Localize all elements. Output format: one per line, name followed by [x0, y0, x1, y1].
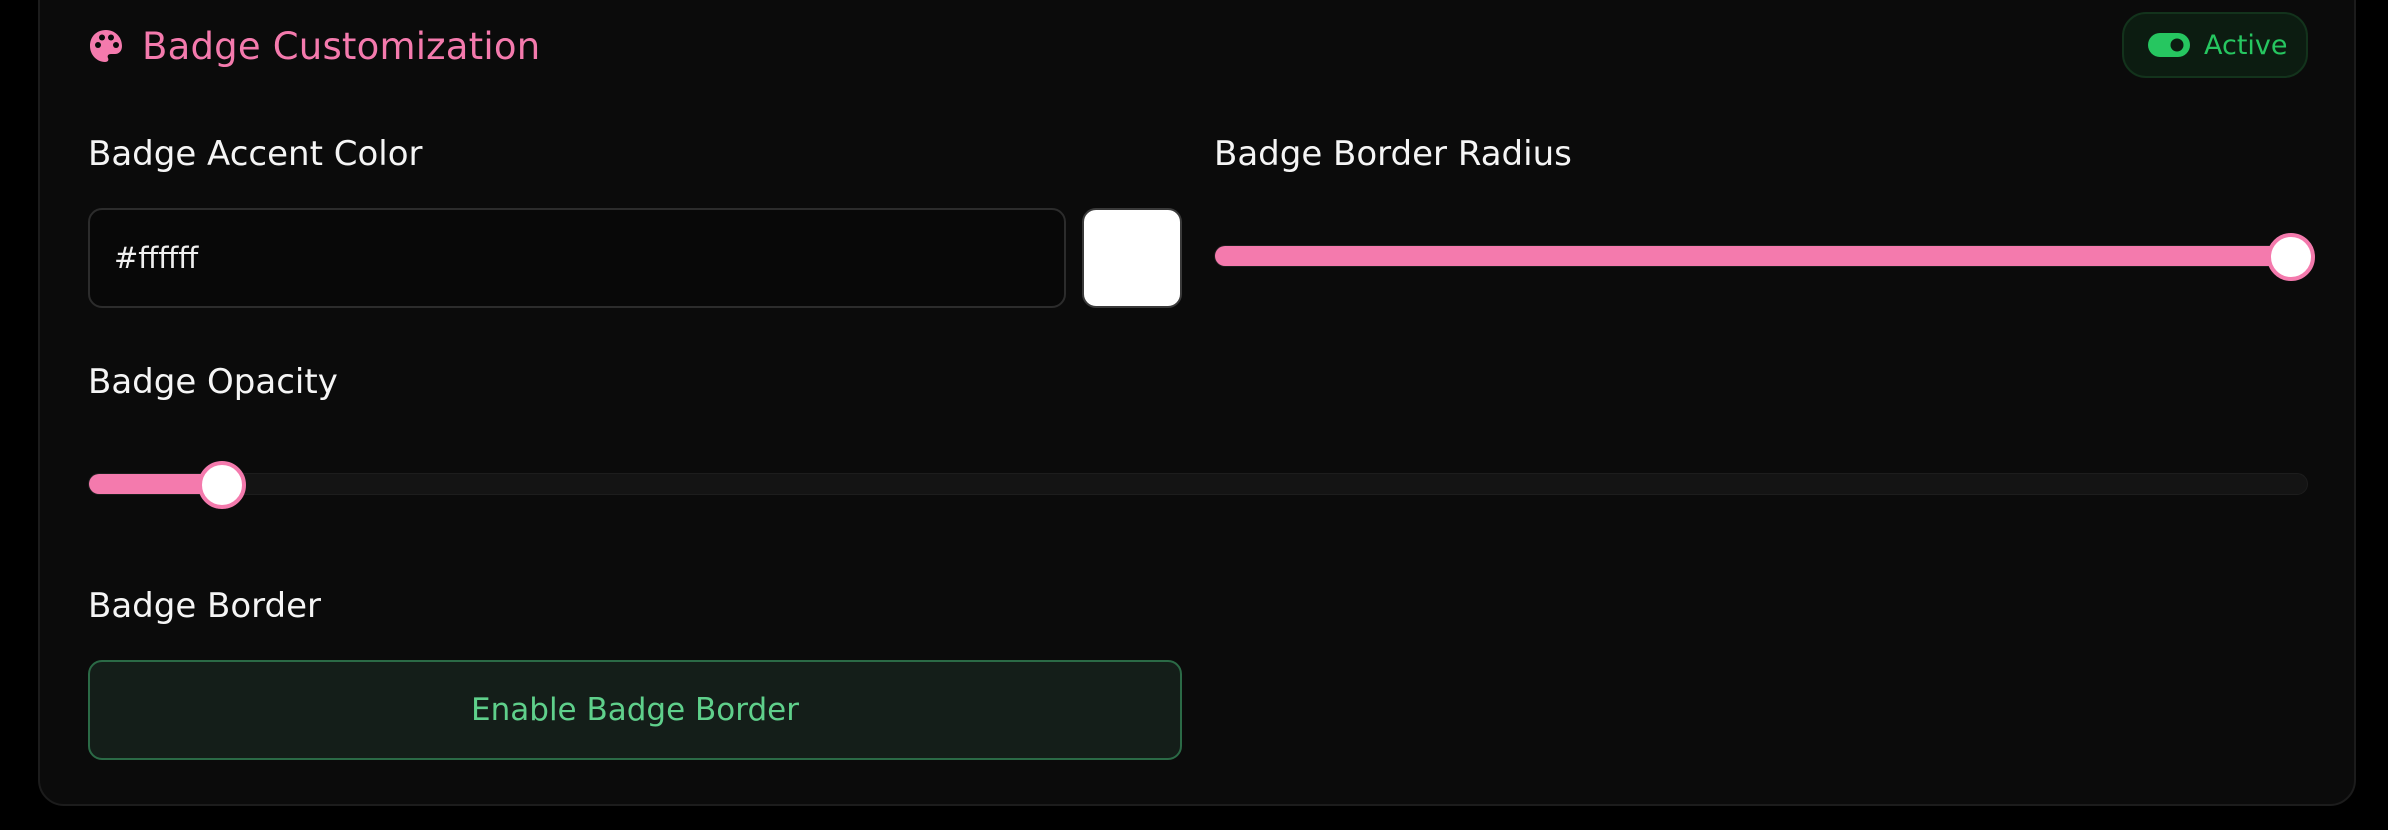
- section-header: Badge Customization: [88, 18, 540, 74]
- accent-color-swatch[interactable]: [1082, 208, 1182, 308]
- opacity-slider[interactable]: [88, 461, 2308, 509]
- opacity-label: Badge Opacity: [88, 362, 338, 402]
- status-badge[interactable]: Active: [2122, 12, 2308, 78]
- status-label: Active: [2204, 29, 2288, 61]
- enable-badge-border-button[interactable]: Enable Badge Border: [88, 660, 1182, 760]
- border-radius-slider-fill: [1215, 246, 2291, 266]
- border-radius-slider[interactable]: [1214, 233, 2315, 281]
- section-title: Badge Customization: [142, 24, 541, 68]
- opacity-slider-thumb[interactable]: [197, 461, 246, 509]
- border-radius-slider-thumb[interactable]: [2267, 233, 2315, 281]
- palette-icon: [90, 30, 122, 62]
- accent-color-label: Badge Accent Color: [88, 134, 423, 174]
- border-radius-label: Badge Border Radius: [1214, 134, 1572, 174]
- toggle-on-icon: [2148, 33, 2190, 57]
- border-label: Badge Border: [88, 586, 322, 626]
- accent-color-input[interactable]: [88, 208, 1066, 308]
